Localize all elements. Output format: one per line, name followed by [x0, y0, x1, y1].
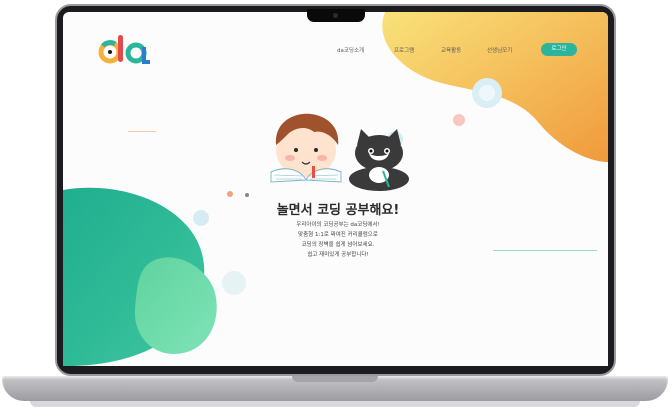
pink-dot [453, 114, 465, 126]
camera-icon [333, 13, 338, 18]
description-line: 우리아이의 코딩공부는 da코딩에서! [296, 222, 380, 228]
nav-item-program[interactable]: 프로그램 [394, 46, 414, 54]
nav-item-teacher[interactable]: 선생님모기 [487, 46, 512, 54]
laptop-frame: da코딩소개 프로그램 교육활동 선생님모기 로그인 놀면서 코딩 공부해요! … [0, 0, 670, 415]
description-line: 코딩의 장벽을 쉽게 넘어보세요. [301, 242, 375, 248]
light-blue-circle [472, 78, 502, 108]
gray-dot [245, 193, 249, 197]
orange-dot [227, 191, 233, 197]
cat-illustration [349, 129, 409, 191]
login-button[interactable]: 로그인 [541, 43, 577, 56]
nav-item-education[interactable]: 교육활동 [441, 46, 461, 54]
laptop-hinge-notch [292, 376, 378, 382]
hero-description: 우리아이의 코딩공부는 da코딩에서! 맞춤형 1:1로 짜여진 커리큘럼으로 … [258, 220, 418, 260]
description-line: 쉽고 재미있게 공부합니다! [307, 252, 369, 258]
blue-dot [193, 210, 209, 226]
deco-line-right [493, 250, 597, 251]
description-line: 맞춤형 1:1로 짜여진 커리큘럼으로 [298, 232, 378, 238]
light-circle-small [222, 271, 246, 295]
da-logo[interactable] [98, 32, 154, 66]
nav-item-da-intro[interactable]: da코딩소개 [337, 46, 364, 54]
boy-illustration [270, 113, 342, 183]
deco-line-left [128, 131, 156, 132]
website-screen: da코딩소개 프로그램 교육활동 선생님모기 로그인 놀면서 코딩 공부해요! … [63, 12, 608, 366]
laptop-base-shadow [30, 401, 640, 407]
hero-headline: 놀면서 코딩 공부해요! [276, 203, 400, 218]
